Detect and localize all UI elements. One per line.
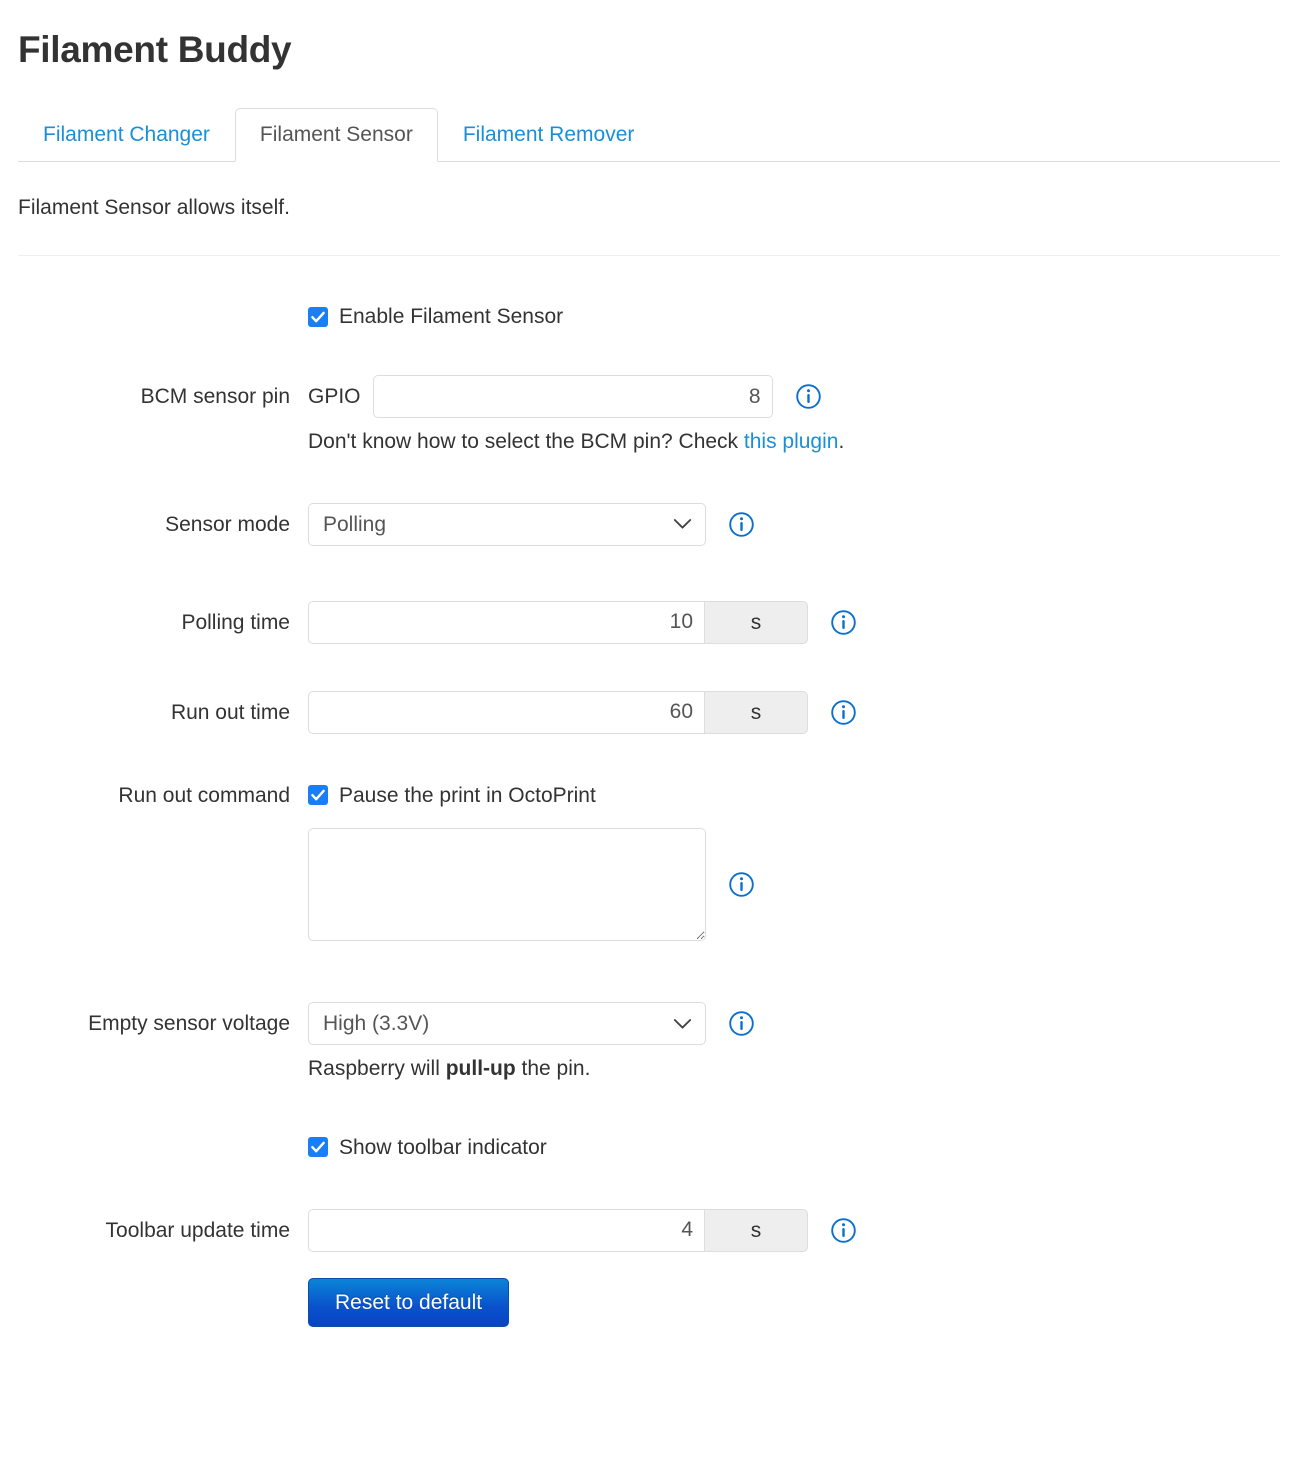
row-empty-sensor-voltage: Empty sensor voltage High (3.3V) Raspber… xyxy=(18,1002,1280,1083)
row-polling-time: Polling time s xyxy=(18,600,1280,644)
pause-print-checkbox-group[interactable]: Pause the print in OctoPrint xyxy=(308,781,1280,810)
polling-time-input[interactable] xyxy=(308,600,704,644)
tab-filament-remover[interactable]: Filament Remover xyxy=(438,108,660,162)
polling-time-input-group: s xyxy=(308,600,808,644)
run-out-command-label: Run out command xyxy=(118,783,290,807)
run-out-time-unit-addon: s xyxy=(704,690,808,734)
bcm-sensor-pin-label: BCM sensor pin xyxy=(140,385,290,409)
run-out-command-textarea-row xyxy=(308,828,1280,942)
sensor-mode-select[interactable]: Polling xyxy=(308,502,706,546)
tab-description: Filament Sensor allows itself. xyxy=(18,195,290,219)
toolbar-update-time-label: Toolbar update time xyxy=(105,1218,290,1242)
reset-to-default-button[interactable]: Reset to default xyxy=(308,1277,510,1328)
check-icon xyxy=(311,311,325,323)
polling-time-unit-addon: s xyxy=(704,600,808,644)
enable-sensor-checkbox-group[interactable]: Enable Filament Sensor xyxy=(308,302,563,331)
tab-filament-changer[interactable]: Filament Changer xyxy=(18,108,235,162)
pause-print-checkbox[interactable] xyxy=(308,785,328,806)
enable-sensor-label[interactable]: Enable Filament Sensor xyxy=(339,302,563,331)
pause-print-label[interactable]: Pause the print in OctoPrint xyxy=(339,781,596,810)
gpio-prefix-label: GPIO xyxy=(308,385,361,409)
page-title: Filament Buddy xyxy=(18,29,292,70)
toolbar-update-time-input-group: s xyxy=(308,1208,808,1252)
tab-filament-sensor[interactable]: Filament Sensor xyxy=(234,107,438,162)
run-out-time-label: Run out time xyxy=(170,700,290,724)
info-circle-icon[interactable] xyxy=(728,511,755,538)
row-reset-button: Reset to default xyxy=(18,1277,1280,1328)
row-toolbar-update-time: Toolbar update time s xyxy=(18,1208,1280,1252)
row-run-out-command: Run out command Pause the print in OctoP… xyxy=(18,781,1280,942)
section-divider xyxy=(18,255,1280,256)
show-toolbar-indicator-label[interactable]: Show toolbar indicator xyxy=(339,1133,547,1162)
check-icon xyxy=(311,1141,325,1153)
polling-time-label: Polling time xyxy=(181,610,290,634)
filament-sensor-form: Enable Filament Sensor BCM sensor pin GP… xyxy=(18,302,1280,1328)
info-circle-icon[interactable] xyxy=(795,383,822,410)
empty-sensor-voltage-select-wrap[interactable]: High (3.3V) xyxy=(308,1002,706,1046)
empty-sensor-voltage-label: Empty sensor voltage xyxy=(88,1012,290,1036)
info-circle-icon[interactable] xyxy=(830,1217,857,1244)
row-show-toolbar-indicator: Show toolbar indicator xyxy=(18,1133,1280,1162)
voltage-help-suffix: the pin. xyxy=(515,1057,591,1081)
toolbar-update-time-input[interactable] xyxy=(308,1208,704,1252)
sensor-mode-label: Sensor mode xyxy=(165,512,290,536)
row-enable-sensor: Enable Filament Sensor xyxy=(18,302,1280,331)
this-plugin-link[interactable]: this plugin xyxy=(744,430,839,453)
bcm-sensor-pin-input[interactable] xyxy=(372,375,773,419)
run-out-time-input[interactable] xyxy=(308,690,704,734)
info-circle-icon[interactable] xyxy=(728,1010,755,1037)
row-run-out-time: Run out time s xyxy=(18,690,1280,734)
show-toolbar-indicator-checkbox[interactable] xyxy=(308,1137,328,1158)
show-toolbar-checkbox-group[interactable]: Show toolbar indicator xyxy=(308,1133,547,1162)
empty-sensor-voltage-select[interactable]: High (3.3V) xyxy=(308,1002,706,1046)
check-icon xyxy=(311,790,325,801)
bcm-help-suffix: . xyxy=(838,430,845,454)
settings-page: Filament Buddy Filament Changer Filament… xyxy=(0,0,1298,1328)
bcm-sensor-pin-help: Don't know how to select the BCM pin? Ch… xyxy=(308,427,1280,456)
info-circle-icon[interactable] xyxy=(728,871,755,898)
row-bcm-sensor-pin: BCM sensor pin GPIO Don't know how to se… xyxy=(18,375,1280,456)
toolbar-update-time-unit-addon: s xyxy=(704,1208,808,1252)
info-circle-icon[interactable] xyxy=(830,609,857,636)
row-sensor-mode: Sensor mode Polling xyxy=(18,502,1280,546)
run-out-time-input-group: s xyxy=(308,690,808,734)
empty-sensor-voltage-help: Raspberry will pull-up the pin. xyxy=(308,1054,1280,1083)
sensor-mode-select-wrap[interactable]: Polling xyxy=(308,502,706,546)
info-circle-icon[interactable] xyxy=(830,699,857,726)
enable-sensor-checkbox[interactable] xyxy=(308,306,328,327)
voltage-help-bold: pull-up xyxy=(445,1057,516,1081)
run-out-command-textarea[interactable] xyxy=(308,828,706,942)
tab-bar: Filament Changer Filament Sensor Filamen… xyxy=(18,107,1280,162)
bcm-help-prefix: Don't know how to select the BCM pin? Ch… xyxy=(308,430,744,454)
voltage-help-prefix: Raspberry will xyxy=(308,1057,446,1081)
